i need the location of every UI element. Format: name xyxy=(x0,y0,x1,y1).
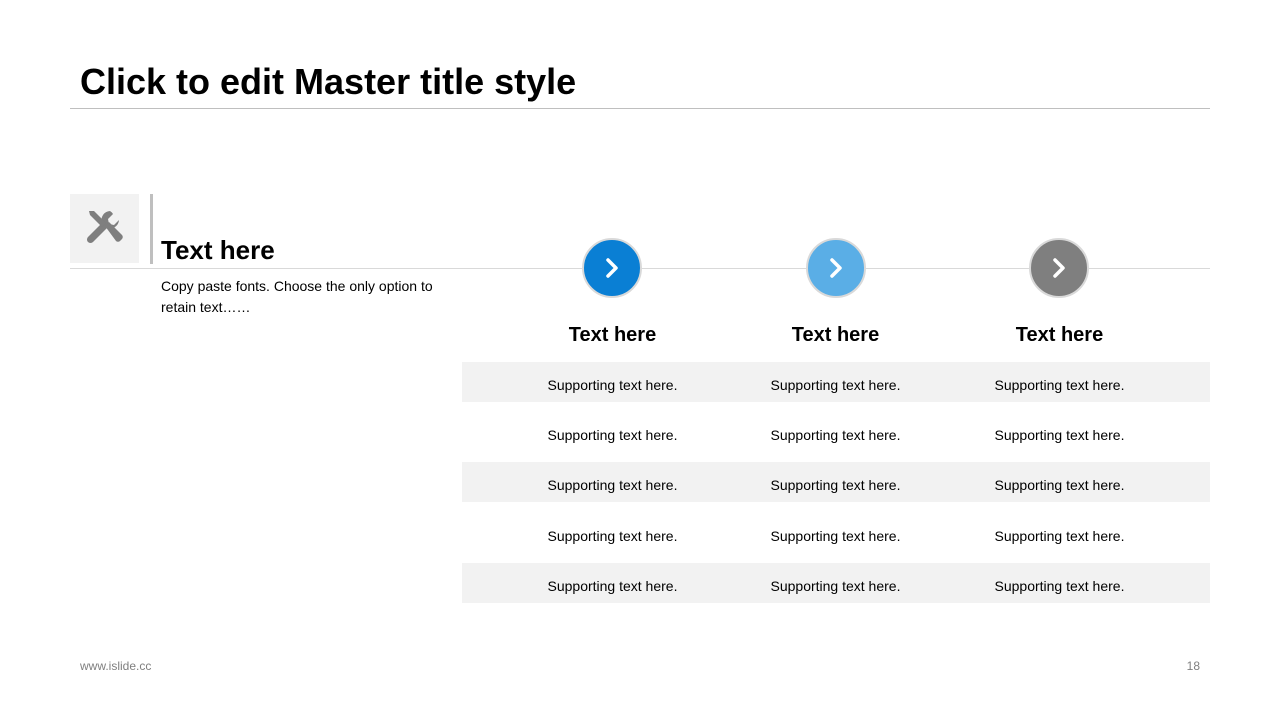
chevron-right-icon xyxy=(830,258,842,278)
chevron-right-icon xyxy=(606,258,618,278)
tools-icon xyxy=(86,210,123,243)
table-cell: Supporting text here. xyxy=(547,528,678,544)
side-icon-divider xyxy=(150,194,153,264)
table-cell: Supporting text here. xyxy=(770,477,901,493)
table-row: Supporting text here. Supporting text he… xyxy=(462,362,1210,402)
table-cell: Supporting text here. xyxy=(547,578,678,594)
step-3-circle xyxy=(1029,238,1089,298)
table-cell: Supporting text here. xyxy=(994,477,1125,493)
table-cell: Supporting text here. xyxy=(547,477,678,493)
table-cell: Supporting text here. xyxy=(770,578,901,594)
step-1-heading: Text here xyxy=(568,324,657,346)
slide-title: Click to edit Master title style xyxy=(80,61,577,102)
chevron-right-icon xyxy=(1053,258,1065,278)
side-icon-box xyxy=(70,194,139,263)
table-row: Supporting text here. Supporting text he… xyxy=(462,513,1210,553)
table-cell: Supporting text here. xyxy=(547,377,678,393)
table-cell: Supporting text here. xyxy=(994,528,1125,544)
table-cell: Supporting text here. xyxy=(994,578,1125,594)
page-number: 18 xyxy=(1186,659,1200,673)
step-2-circle xyxy=(806,238,866,298)
table-cell: Supporting text here. xyxy=(770,377,901,393)
footer-url: www.islide.cc xyxy=(80,659,152,673)
table-cell: Supporting text here. xyxy=(994,427,1125,443)
table-cell: Supporting text here. xyxy=(770,528,901,544)
step-1-circle xyxy=(582,238,642,298)
title-underline xyxy=(70,108,1210,109)
table-cell: Supporting text here. xyxy=(994,377,1125,393)
table-row: Supporting text here. Supporting text he… xyxy=(462,563,1210,603)
table-cell: Supporting text here. xyxy=(770,427,901,443)
step-3-heading: Text here xyxy=(1015,324,1104,346)
step-2-heading: Text here xyxy=(791,324,880,346)
table-row: Supporting text here. Supporting text he… xyxy=(462,462,1210,502)
table-row: Supporting text here. Supporting text he… xyxy=(462,412,1210,452)
table-cell: Supporting text here. xyxy=(547,427,678,443)
side-heading: Text here xyxy=(161,235,275,265)
side-body-text: Copy paste fonts. Choose the only option… xyxy=(161,278,433,315)
